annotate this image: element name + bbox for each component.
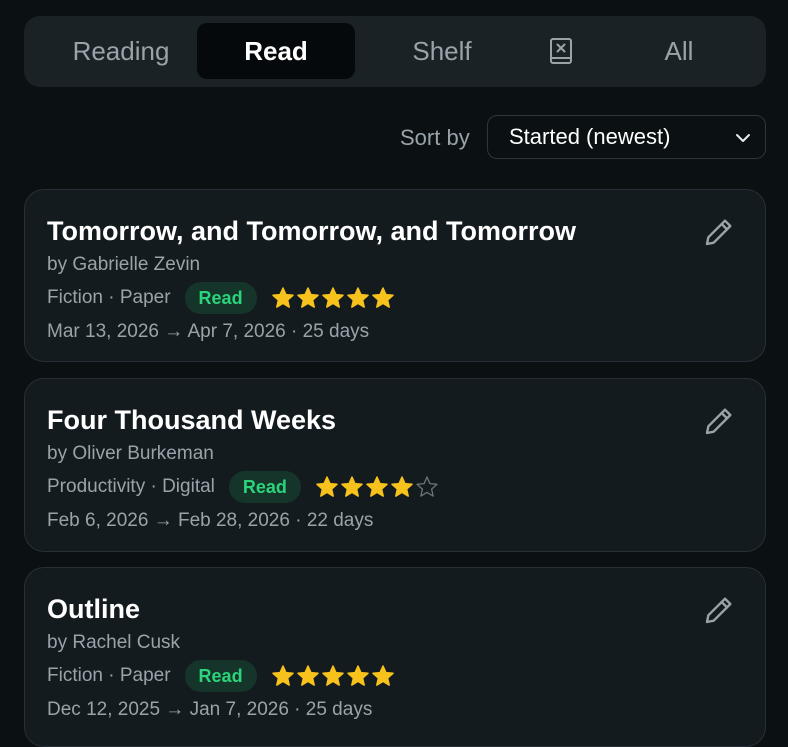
star-filled-icon xyxy=(316,476,338,497)
star-rating xyxy=(271,664,395,688)
book-author: by Rachel Cusk xyxy=(47,632,181,653)
star-filled-icon xyxy=(296,665,319,686)
star-filled-icon xyxy=(271,665,294,686)
star-filled-icon xyxy=(321,287,344,308)
book-genre-format: Fiction · Paper xyxy=(47,287,171,308)
status-badge: Read xyxy=(184,282,257,314)
pencil-edit-icon[interactable] xyxy=(703,405,735,437)
star-filled-icon xyxy=(346,665,369,686)
star-rating xyxy=(315,475,439,499)
dnf-book-x-icon xyxy=(550,38,572,64)
book-card[interactable]: Four Thousand Weeks by Oliver Burkeman P… xyxy=(24,378,766,552)
tab-reading[interactable]: Reading xyxy=(46,23,196,79)
chevron-down-icon xyxy=(736,134,750,142)
status-badge: Read xyxy=(184,660,257,692)
sort-selected-value: Started (newest) xyxy=(509,124,671,149)
book-genre-format: Productivity · Digital xyxy=(47,476,215,497)
star-filled-icon xyxy=(271,287,294,308)
book-title: Tomorrow, and Tomorrow, and Tomorrow xyxy=(47,216,576,246)
book-dates: Dec 12, 2025 → Jan 7, 2026 · 25 days xyxy=(47,699,373,720)
status-badge: Read xyxy=(228,471,301,503)
book-author: by Gabrielle Zevin xyxy=(47,254,201,275)
star-filled-icon xyxy=(391,476,413,497)
book-meta-row: Fiction · Paper Read xyxy=(47,282,395,314)
book-meta-row: Fiction · Paper Read xyxy=(47,660,395,692)
pencil-edit-icon[interactable] xyxy=(703,594,735,626)
tab-dnf[interactable] xyxy=(531,23,591,79)
star-filled-icon xyxy=(296,287,319,308)
status-tab-bar: Reading Read Shelf All xyxy=(24,16,766,87)
tab-all[interactable]: All xyxy=(614,23,744,79)
star-filled-icon xyxy=(371,287,394,308)
star-empty-icon xyxy=(416,476,438,497)
star-rating xyxy=(271,286,395,310)
book-genre-format: Fiction · Paper xyxy=(47,665,171,686)
book-title: Four Thousand Weeks xyxy=(47,405,337,435)
sort-dropdown[interactable]: Started (newest) xyxy=(487,115,766,159)
star-filled-icon xyxy=(366,476,388,497)
book-meta-row: Productivity · Digital Read xyxy=(47,471,439,503)
star-filled-icon xyxy=(341,476,363,497)
star-filled-icon xyxy=(371,665,394,686)
book-dates: Feb 6, 2026 → Feb 28, 2026 · 22 days xyxy=(47,510,374,531)
star-filled-icon xyxy=(346,287,369,308)
book-author: by Oliver Burkeman xyxy=(47,443,214,464)
tab-shelf[interactable]: Shelf xyxy=(369,23,515,79)
book-card[interactable]: Outline by Rachel Cusk Fiction · Paper R… xyxy=(24,567,766,747)
star-filled-icon xyxy=(321,665,344,686)
tab-read[interactable]: Read xyxy=(197,23,355,79)
book-title: Outline xyxy=(47,594,140,624)
pencil-edit-icon[interactable] xyxy=(703,216,735,248)
sort-label: Sort by xyxy=(400,125,470,150)
book-dates: Mar 13, 2026 → Apr 7, 2026 · 25 days xyxy=(47,321,370,342)
book-card[interactable]: Tomorrow, and Tomorrow, and Tomorrow by … xyxy=(24,189,766,362)
